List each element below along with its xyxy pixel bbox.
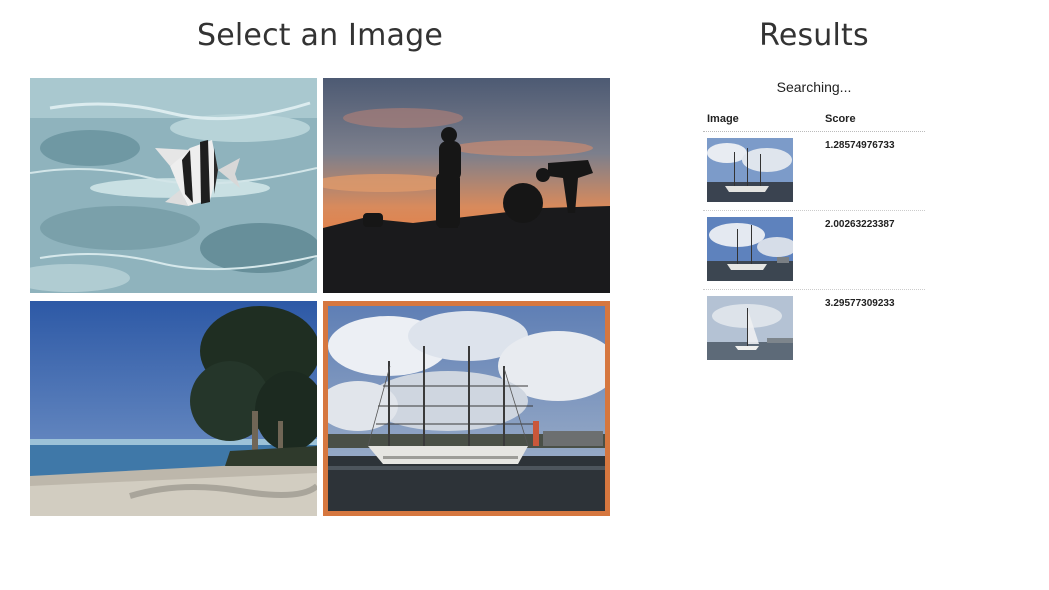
image-gallery [30, 78, 610, 518]
results-header: Image Score [703, 110, 925, 132]
results-title: Results [759, 18, 869, 53]
result-score: 3.29577309233 [825, 298, 895, 309]
gallery-image-underwater-fish[interactable] [30, 78, 317, 293]
gallery-title: Select an Image [197, 18, 443, 53]
gallery-image-tall-ship-harbor[interactable] [323, 301, 610, 516]
result-row[interactable]: 2.00263223387 [703, 211, 925, 290]
result-thumbnail[interactable] [707, 217, 793, 281]
column-header-score: Score [825, 113, 856, 125]
result-score: 1.28574976733 [825, 140, 895, 151]
column-header-image: Image [707, 113, 739, 125]
result-score: 2.00263223387 [825, 219, 895, 230]
gallery-image-sunset-silhouettes[interactable] [323, 78, 610, 293]
search-status: Searching... [776, 79, 852, 95]
result-row[interactable]: 1.28574976733 [703, 132, 925, 211]
results-table: Image Score 1.28574976733 2.00263223387 … [703, 110, 925, 368]
gallery-image-tropical-beach[interactable] [30, 301, 317, 516]
result-thumbnail[interactable] [707, 296, 793, 360]
result-thumbnail[interactable] [707, 138, 793, 202]
result-row[interactable]: 3.29577309233 [703, 290, 925, 368]
